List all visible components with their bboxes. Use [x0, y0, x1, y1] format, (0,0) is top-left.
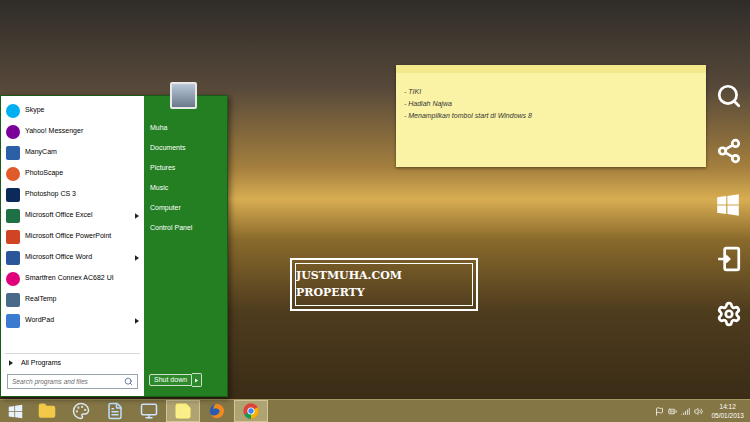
- computer-icon: [140, 402, 158, 420]
- submenu-arrow-icon: [135, 318, 139, 324]
- places-pane: MuhaDocumentsPicturesMusicComputerContro…: [144, 96, 227, 396]
- submenu-arrow-icon: [135, 213, 139, 219]
- chrome-icon: [242, 402, 260, 420]
- sticky-note-line[interactable]: - Hadiah Najwa: [404, 99, 706, 108]
- user-picture[interactable]: [170, 82, 197, 109]
- place-item[interactable]: Documents: [144, 138, 227, 158]
- programs-pane: SkypeYahoo! MessengerManyCamPhotoScapePh…: [1, 96, 144, 396]
- taskbar-item[interactable]: [200, 400, 234, 422]
- program-item[interactable]: Microsoft Office PowerPoint: [1, 226, 144, 247]
- search-icon[interactable]: [716, 83, 742, 109]
- excel-icon: [6, 209, 20, 223]
- place-item[interactable]: Control Panel: [144, 218, 227, 238]
- battery-icon[interactable]: [668, 407, 677, 416]
- taskbar-item[interactable]: [166, 400, 200, 422]
- program-item[interactable]: ManyCam: [1, 142, 144, 163]
- windows-icon: [8, 404, 23, 419]
- volume-icon[interactable]: [694, 407, 703, 416]
- photoscape-icon: [6, 167, 20, 181]
- taskbar-item[interactable]: [64, 400, 98, 422]
- network-icon[interactable]: [681, 407, 690, 416]
- taskbar-item[interactable]: [98, 400, 132, 422]
- share-icon[interactable]: [716, 138, 742, 164]
- arrow-icon: [195, 378, 198, 383]
- start-menu: SkypeYahoo! MessengerManyCamPhotoScapePh…: [0, 82, 228, 397]
- settings-icon[interactable]: [716, 301, 742, 327]
- wordpad-icon: [6, 314, 20, 328]
- sticky-notes-icon: [174, 402, 192, 420]
- yahoo-icon: [6, 125, 20, 139]
- taskbar-item[interactable]: [132, 400, 166, 422]
- sticky-note[interactable]: - TIKI - Hadiah Najwa - Menampilkan tombol…: [396, 65, 706, 167]
- skype-icon: [6, 104, 20, 118]
- watermark: JUSTMUHA.COM PROPERTY: [290, 258, 478, 311]
- paint-icon: [72, 402, 90, 420]
- wallpaper: - TIKI - Hadiah Najwa - Menampilkan tombol…: [0, 0, 750, 399]
- place-item[interactable]: Computer: [144, 198, 227, 218]
- sticky-note-line[interactable]: - TIKI: [404, 87, 706, 96]
- firefox-icon: [208, 402, 226, 420]
- place-item[interactable]: Pictures: [144, 158, 227, 178]
- arrow-icon: [9, 360, 13, 366]
- program-item[interactable]: PhotoScape: [1, 163, 144, 184]
- start-button[interactable]: [0, 400, 30, 422]
- folder-icon: [38, 402, 56, 420]
- sticky-note-header[interactable]: [396, 65, 706, 73]
- search-icon: [124, 377, 133, 386]
- clock[interactable]: 14:1205/01/2013: [711, 402, 744, 420]
- program-item[interactable]: Yahoo! Messenger: [1, 121, 144, 142]
- place-item[interactable]: Muha: [144, 118, 227, 138]
- place-item[interactable]: Music: [144, 178, 227, 198]
- program-item[interactable]: Microsoft Office Word: [1, 247, 144, 268]
- program-item[interactable]: Smartfren Connex AC682 UI: [1, 268, 144, 289]
- sticky-note-line[interactable]: - Menampilkan tombol start di Windows 8: [404, 111, 706, 120]
- notepad-icon: [106, 402, 124, 420]
- shutdown-button[interactable]: Shut down: [149, 374, 192, 387]
- realtemp-icon: [6, 293, 20, 307]
- shutdown-options-button[interactable]: [192, 373, 202, 387]
- taskbar: 14:1205/01/2013: [0, 399, 750, 422]
- manycam-icon: [6, 146, 20, 160]
- all-programs[interactable]: All Programs: [1, 354, 144, 372]
- submenu-arrow-icon: [135, 255, 139, 261]
- program-item[interactable]: WordPad: [1, 310, 144, 331]
- start-icon: [716, 193, 740, 217]
- taskbar-item[interactable]: [234, 400, 268, 422]
- photoshop-icon: [6, 188, 20, 202]
- smartfren-icon: [6, 272, 20, 286]
- program-item[interactable]: Photoshop CS 3: [1, 184, 144, 205]
- program-item[interactable]: RealTemp: [1, 289, 144, 310]
- flag-icon[interactable]: [655, 407, 664, 416]
- taskbar-item[interactable]: [30, 400, 64, 422]
- word-icon: [6, 251, 20, 265]
- powerpoint-icon: [6, 230, 20, 244]
- program-item[interactable]: Skype: [1, 100, 144, 121]
- charms-bar: [716, 83, 742, 327]
- desktop: - TIKI - Hadiah Najwa - Menampilkan tombol…: [0, 0, 750, 422]
- search-box[interactable]: Search programs and files: [7, 374, 138, 389]
- devices-icon[interactable]: [716, 246, 742, 272]
- system-tray: 14:1205/01/2013: [655, 400, 750, 422]
- separator: [5, 353, 140, 354]
- program-item[interactable]: Microsoft Office Excel: [1, 205, 144, 226]
